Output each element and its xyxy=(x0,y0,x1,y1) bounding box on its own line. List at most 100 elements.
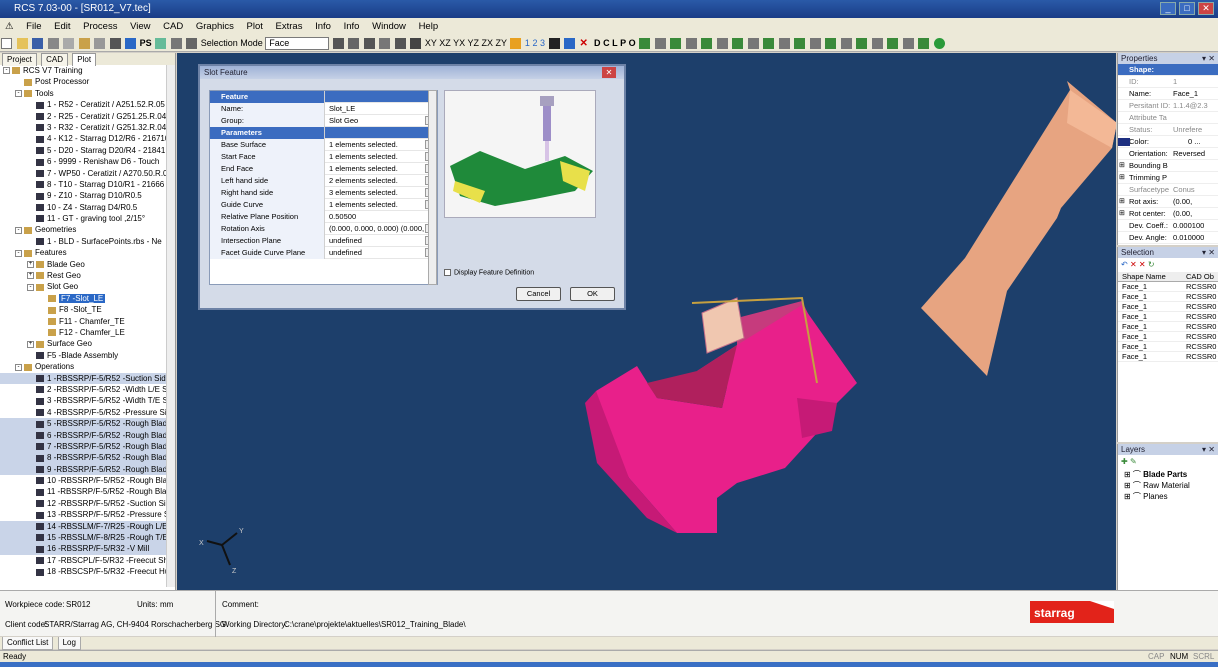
property-value[interactable]: undefined xyxy=(327,247,427,259)
property-row[interactable]: Status: Unrefere xyxy=(1118,124,1218,136)
copy-icon[interactable] xyxy=(63,38,75,50)
tree-item[interactable]: F12 - Chamfer_LE xyxy=(0,327,175,338)
tree-item[interactable]: - Slot Geo xyxy=(0,281,175,292)
tree-item[interactable]: 10 - Z4 - Starrag D4/R0.5 xyxy=(0,202,175,213)
property-value[interactable]: Face_1 xyxy=(1173,88,1217,99)
property-value[interactable]: 0.010000 xyxy=(1173,232,1217,243)
help-icon[interactable] xyxy=(125,38,137,50)
view-xz-button[interactable]: XZ xyxy=(439,38,451,48)
menu-view[interactable]: View xyxy=(125,21,155,32)
property-value[interactable]: Unrefere xyxy=(1173,124,1217,135)
expand-toggle-icon[interactable]: + xyxy=(27,340,34,348)
tab-log[interactable]: Log xyxy=(57,637,81,650)
property-value[interactable]: 1.1.4@2.3 xyxy=(1173,100,1217,111)
tree-item[interactable]: F8 -Slot_TE xyxy=(0,304,175,315)
property-row[interactable]: Trimming P ⊞ xyxy=(1118,172,1218,184)
property-row[interactable]: Base Surface1 elements selected.... xyxy=(210,139,437,151)
property-value[interactable]: Conus xyxy=(1173,184,1217,195)
property-row[interactable]: Right hand side3 elements selected.... xyxy=(210,187,437,199)
property-row[interactable]: Rot axis: (0.00, ⊞ xyxy=(1118,196,1218,208)
cad-tool-18-icon[interactable] xyxy=(902,38,914,50)
tree-item[interactable]: 7 - WP50 - Ceratizit / A270.50.R.0 xyxy=(0,168,175,179)
menu-extras[interactable]: Extras xyxy=(271,21,308,32)
new-icon[interactable] xyxy=(1,38,12,50)
property-value[interactable]: Slot Geo xyxy=(327,115,427,127)
selection-pin-icon[interactable]: ▾ ✕ xyxy=(1202,247,1215,258)
tree-item[interactable]: 17 -RBSCPL/F-5/R32 -Freecut Sho xyxy=(0,555,175,566)
pan-icon[interactable] xyxy=(348,38,360,50)
tree-item[interactable]: 3 - R32 - Ceratizit / G251.32.R.04 xyxy=(0,122,175,133)
tree-item[interactable]: 8 -RBSSRP/F-5/R52 -Rough Blad xyxy=(0,452,175,464)
menu-graphics[interactable]: Graphics xyxy=(191,21,239,32)
cad-tool-1-icon[interactable] xyxy=(639,38,651,50)
cut-icon[interactable] xyxy=(47,38,59,50)
selection-row[interactable]: Face_1 RCSSR0 xyxy=(1118,282,1218,292)
tree-item[interactable]: 5 - D20 - Starrag D20/R4 - 21841 xyxy=(0,145,175,156)
fit-icon[interactable] xyxy=(394,38,406,50)
tree-item[interactable]: 1 - R52 - Ceratizit / A251.52.R.05 xyxy=(0,99,175,110)
ok-button[interactable]: OK xyxy=(570,287,615,301)
property-value[interactable]: (0.00, xyxy=(1173,196,1217,207)
c-button[interactable]: C xyxy=(603,38,610,48)
display-feature-definition-checkbox[interactable]: Display Feature Definition xyxy=(444,269,534,276)
tree-item[interactable]: 6 - 9999 - Renishaw D6 - Touch xyxy=(0,156,175,167)
menu-process[interactable]: Process xyxy=(78,21,122,32)
curve-icon[interactable] xyxy=(548,38,560,50)
expand-toggle-icon[interactable]: - xyxy=(15,249,22,257)
zoom-window-icon[interactable] xyxy=(332,38,344,50)
property-value[interactable]: Slot_LE xyxy=(327,103,427,115)
refresh-icon[interactable]: ↻ xyxy=(1148,260,1155,269)
tree-item[interactable]: 18 -RBSCSP/F-5/R32 -Freecut Hu xyxy=(0,566,175,577)
cad-tool-9-icon[interactable] xyxy=(763,38,775,50)
property-row[interactable]: Persitant ID: 1.1.4@2.3 xyxy=(1118,100,1218,112)
tree-item[interactable]: 8 - T10 - Starrag D10/R1 - 21666 xyxy=(0,179,175,190)
expand-toggle-icon[interactable]: - xyxy=(3,67,10,75)
tree-item[interactable]: + Blade Geo xyxy=(0,259,175,270)
cad-tool-16-icon[interactable] xyxy=(871,38,883,50)
property-value[interactable]: 1 xyxy=(1173,76,1217,87)
undo-icon[interactable]: ↶ xyxy=(1121,260,1128,269)
property-value[interactable]: Reversed xyxy=(1173,148,1217,159)
property-row[interactable]: Relative Plane Position 0.50500 xyxy=(210,211,437,223)
shade-icon[interactable] xyxy=(510,38,522,50)
view-zx-button[interactable]: ZX xyxy=(482,38,494,48)
cad-tool-13-icon[interactable] xyxy=(825,38,837,50)
minimize-button[interactable]: _ xyxy=(1160,2,1176,15)
tab-conflict-list[interactable]: Conflict List xyxy=(2,637,54,650)
property-value[interactable]: 1 elements selected. xyxy=(327,151,427,163)
edit-layer-icon[interactable]: ✎ xyxy=(1130,457,1137,466)
pin-close-icon[interactable]: ▾ ✕ xyxy=(1202,53,1215,64)
delete-icon[interactable]: ✕ xyxy=(580,38,591,49)
tree-item[interactable]: - Geometries xyxy=(0,224,175,235)
save-icon[interactable] xyxy=(32,38,44,50)
zoom-icon[interactable] xyxy=(363,38,375,50)
tree-item[interactable]: 4 - K12 - Starrag D12/R6 - 216710 xyxy=(0,133,175,144)
measure-icon[interactable] xyxy=(564,38,576,50)
property-row[interactable]: Bounding B ⊞ xyxy=(1118,160,1218,172)
property-row[interactable]: Start Face1 elements selected.... xyxy=(210,151,437,163)
tree-item[interactable]: 1 -RBSSRP/F-5/R52 -Suction Side xyxy=(0,372,175,384)
cad-tool-5-icon[interactable] xyxy=(701,38,713,50)
layers-pin-icon[interactable]: ▾ ✕ xyxy=(1202,444,1215,455)
tree-item[interactable]: 2 - R25 - Ceratizit / G251.25.R.04 xyxy=(0,111,175,122)
print-icon[interactable] xyxy=(94,38,106,50)
property-value[interactable]: (0.00, xyxy=(1173,208,1217,219)
tree-item[interactable]: 3 -RBSSRP/F-5/R52 -Width T/E S xyxy=(0,395,175,406)
l-button[interactable]: L xyxy=(612,38,618,48)
tree-item[interactable]: 4 -RBSSRP/F-5/R52 -Pressure Sid xyxy=(0,407,175,418)
tree-item[interactable]: - RCS V7 Training xyxy=(0,65,175,76)
remove-all-icon[interactable]: ✕ xyxy=(1139,260,1146,269)
view-1-button[interactable]: 1 xyxy=(525,38,530,48)
property-value[interactable]: 0.50500 xyxy=(327,211,427,223)
tree-item[interactable]: 9 - Z10 - Starrag D10/R0.5 xyxy=(0,190,175,201)
tree-item[interactable]: 12 -RBSSRP/F-5/R52 -Suction Sid xyxy=(0,498,175,509)
selection-mode-dropdown[interactable]: Face xyxy=(265,37,330,51)
cad-tool-4-icon[interactable] xyxy=(685,38,697,50)
view-zy-button[interactable]: ZY xyxy=(496,38,507,48)
tree-item[interactable]: F11 - Chamfer_TE xyxy=(0,316,175,327)
property-row[interactable]: Facet Guide Curve Planeundefined▾ xyxy=(210,247,437,259)
property-value[interactable]: 1 elements selected. xyxy=(327,163,427,175)
cad-tool-8-icon[interactable] xyxy=(747,38,759,50)
tree-item[interactable]: F5 -Blade Assembly xyxy=(0,350,175,361)
expand-icon[interactable]: ⊞ xyxy=(1119,196,1125,207)
